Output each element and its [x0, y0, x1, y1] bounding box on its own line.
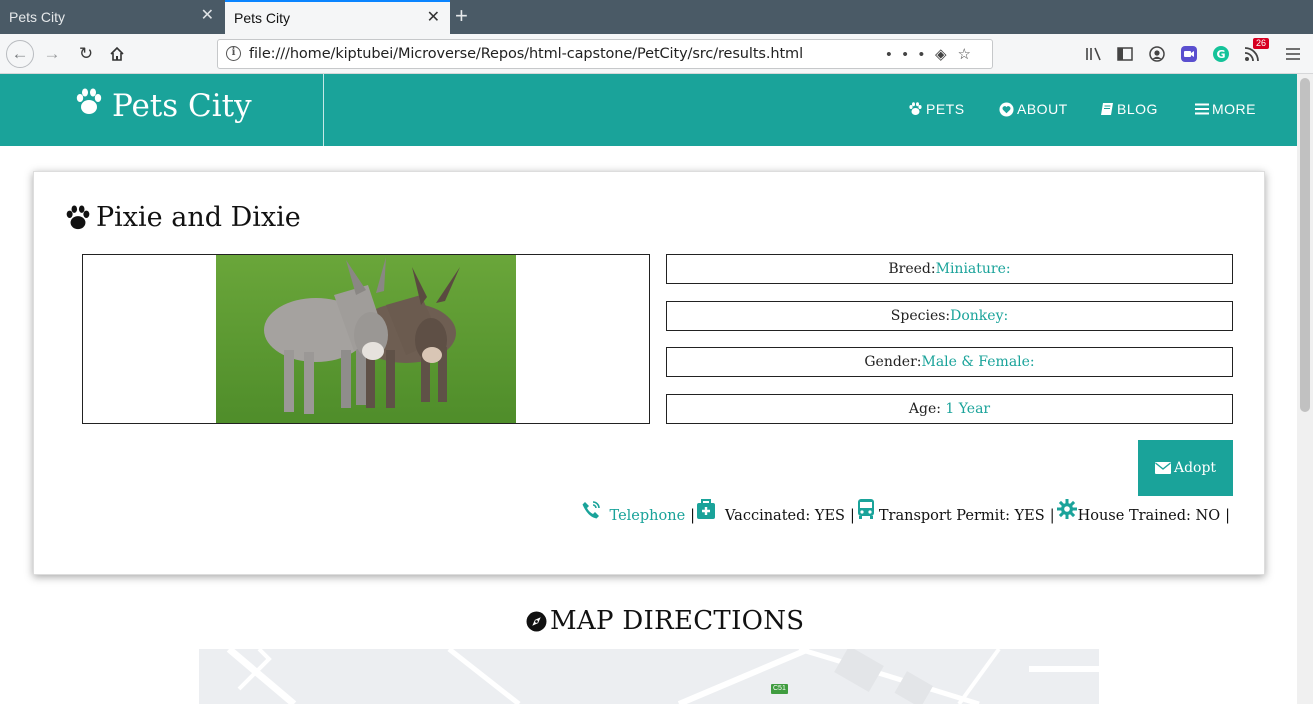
url-text[interactable]: file:///home/kiptubei/Microverse/Repos/h… [249, 46, 803, 62]
paw-icon [909, 102, 922, 115]
heart-icon [999, 101, 1014, 117]
new-tab-icon[interactable]: + [455, 4, 468, 28]
menu-icon [1195, 103, 1209, 115]
nav-item-label: ABOUT [1017, 101, 1068, 117]
map-heading-text: MAP DIRECTIONS [550, 606, 805, 636]
species-field: Species: Donkey: [666, 301, 1233, 331]
paw-icon [74, 88, 104, 124]
age-value: 1 Year [945, 401, 991, 417]
header-divider [323, 74, 324, 146]
gear-icon [1056, 498, 1077, 524]
home-icon[interactable] [103, 40, 131, 68]
transport-permit-status: Transport Permit: YES [878, 508, 1045, 524]
notification-badge: 26 [1253, 38, 1270, 49]
breed-field: Breed: Miniature: [666, 254, 1233, 284]
bookmark-star-icon[interactable]: ☆ [958, 46, 982, 63]
separator: | [1049, 508, 1055, 524]
pet-photo-frame [82, 254, 650, 424]
library-icon[interactable] [1084, 44, 1104, 64]
reload-icon[interactable]: ↻ [72, 40, 100, 68]
nav-item-blog[interactable]: BLOG [1100, 101, 1158, 117]
road-label: C51 [771, 684, 788, 694]
brand-logo[interactable]: Pets City [74, 88, 252, 124]
medkit-icon [697, 498, 716, 524]
scrollbar-thumb[interactable] [1300, 78, 1310, 412]
pet-name: Pixie and Dixie [96, 202, 301, 233]
pet-card: Pixie and Dixie Breed: Miniature: Specie… [33, 171, 1265, 575]
info-icon[interactable]: i [226, 46, 241, 61]
back-arrow-icon[interactable]: ← [6, 40, 34, 68]
breed-label: Breed: [888, 261, 936, 277]
browser-tab[interactable]: Pets City ✕ [0, 0, 224, 34]
nav-item-more[interactable]: MORE [1195, 101, 1256, 117]
map-embed[interactable]: C51 [199, 649, 1099, 704]
separator: | [849, 508, 855, 524]
pet-title: Pixie and Dixie [64, 202, 301, 233]
nav-item-label: PETS [926, 101, 965, 117]
sidebar-icon[interactable] [1115, 44, 1135, 64]
adopt-button[interactable]: Adopt [1138, 440, 1233, 496]
tab-title: Pets City [9, 9, 66, 25]
age-label: Age: [908, 401, 946, 417]
house-trained-status: House Trained: NO [1077, 508, 1221, 524]
browser-navbar: ← → ↻ i file:///home/kiptubei/Microverse… [0, 34, 1313, 74]
nav-item-label: BLOG [1117, 101, 1158, 117]
telephone-link[interactable]: Telephone [610, 508, 686, 524]
separator: | [1225, 508, 1230, 524]
zoom-extension-icon[interactable] [1179, 44, 1199, 64]
brand-name: Pets City [112, 88, 252, 124]
browser-tab-active[interactable]: Pets City ✕ [225, 0, 450, 34]
pet-photo [216, 255, 516, 423]
pet-features: Telephone | Vaccinated: YES | Transport … [581, 498, 1232, 524]
nav-item-about[interactable]: ABOUT [999, 101, 1068, 117]
paw-icon [66, 204, 90, 229]
breed-value: Miniature: [935, 261, 1011, 277]
page-actions: •••◈☆ [886, 45, 982, 63]
species-label: Species: [890, 308, 951, 324]
account-icon[interactable] [1147, 44, 1167, 64]
grammarly-icon[interactable]: G [1211, 44, 1231, 64]
hamburger-menu-icon[interactable] [1283, 44, 1303, 64]
close-icon[interactable]: ✕ [201, 8, 214, 24]
envelope-icon [1154, 462, 1171, 474]
site-header: Pets City PETS ABOUT BLOG MORE [0, 74, 1297, 146]
phone-icon [581, 500, 601, 524]
adopt-label: Adopt [1173, 460, 1217, 476]
nav-item-pets[interactable]: PETS [908, 101, 965, 117]
url-bar[interactable]: i file:///home/kiptubei/Microverse/Repos… [217, 39, 993, 69]
vaccinated-status: Vaccinated: YES [725, 508, 845, 524]
separator: | [690, 508, 696, 524]
svg-text:G: G [1216, 48, 1225, 61]
map-heading: MAP DIRECTIONS [526, 606, 804, 636]
nav-item-label: MORE [1212, 101, 1256, 117]
tab-title: Pets City [234, 10, 291, 26]
gender-value: Male & Female: [921, 354, 1035, 370]
more-actions-icon[interactable]: ••• [886, 46, 935, 63]
age-field: Age: 1 Year [666, 394, 1233, 424]
gender-field: Gender: Male & Female: [666, 347, 1233, 377]
browser-tab-strip: Pets City ✕ Pets City ✕ + [0, 0, 1313, 34]
close-icon[interactable]: ✕ [427, 10, 440, 26]
pocket-icon[interactable]: ◈ [935, 46, 958, 63]
compass-icon [526, 611, 547, 631]
gender-label: Gender: [864, 354, 922, 370]
forward-arrow-icon[interactable]: → [38, 40, 66, 68]
species-value: Donkey: [950, 308, 1009, 324]
bus-icon [857, 498, 875, 524]
book-icon [1101, 102, 1113, 115]
